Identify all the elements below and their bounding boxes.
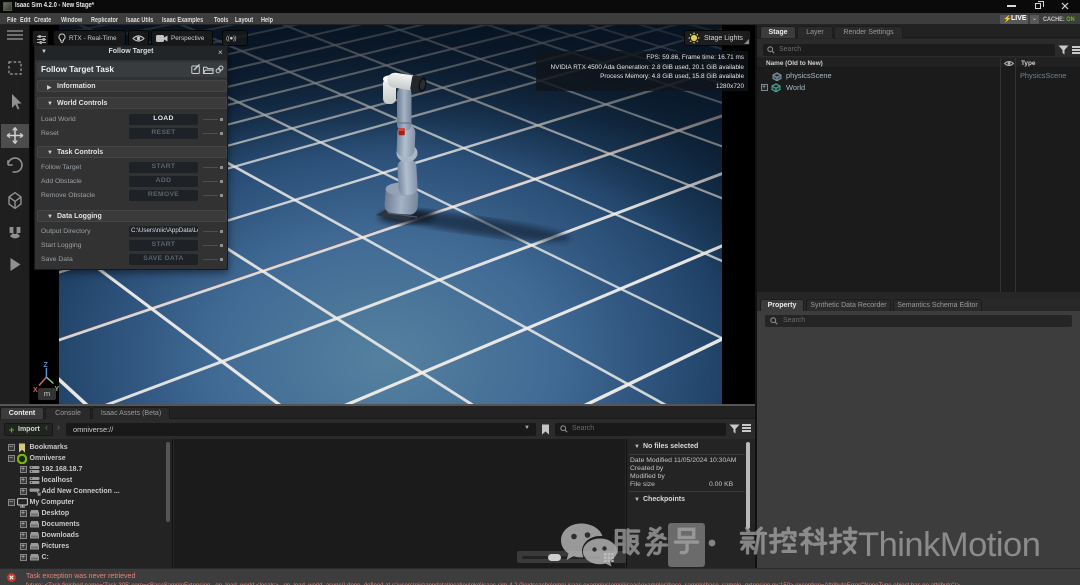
svg-text:ThinkMotion: ThinkMotion — [858, 526, 1040, 564]
svg-text:Z: Z — [44, 362, 49, 369]
